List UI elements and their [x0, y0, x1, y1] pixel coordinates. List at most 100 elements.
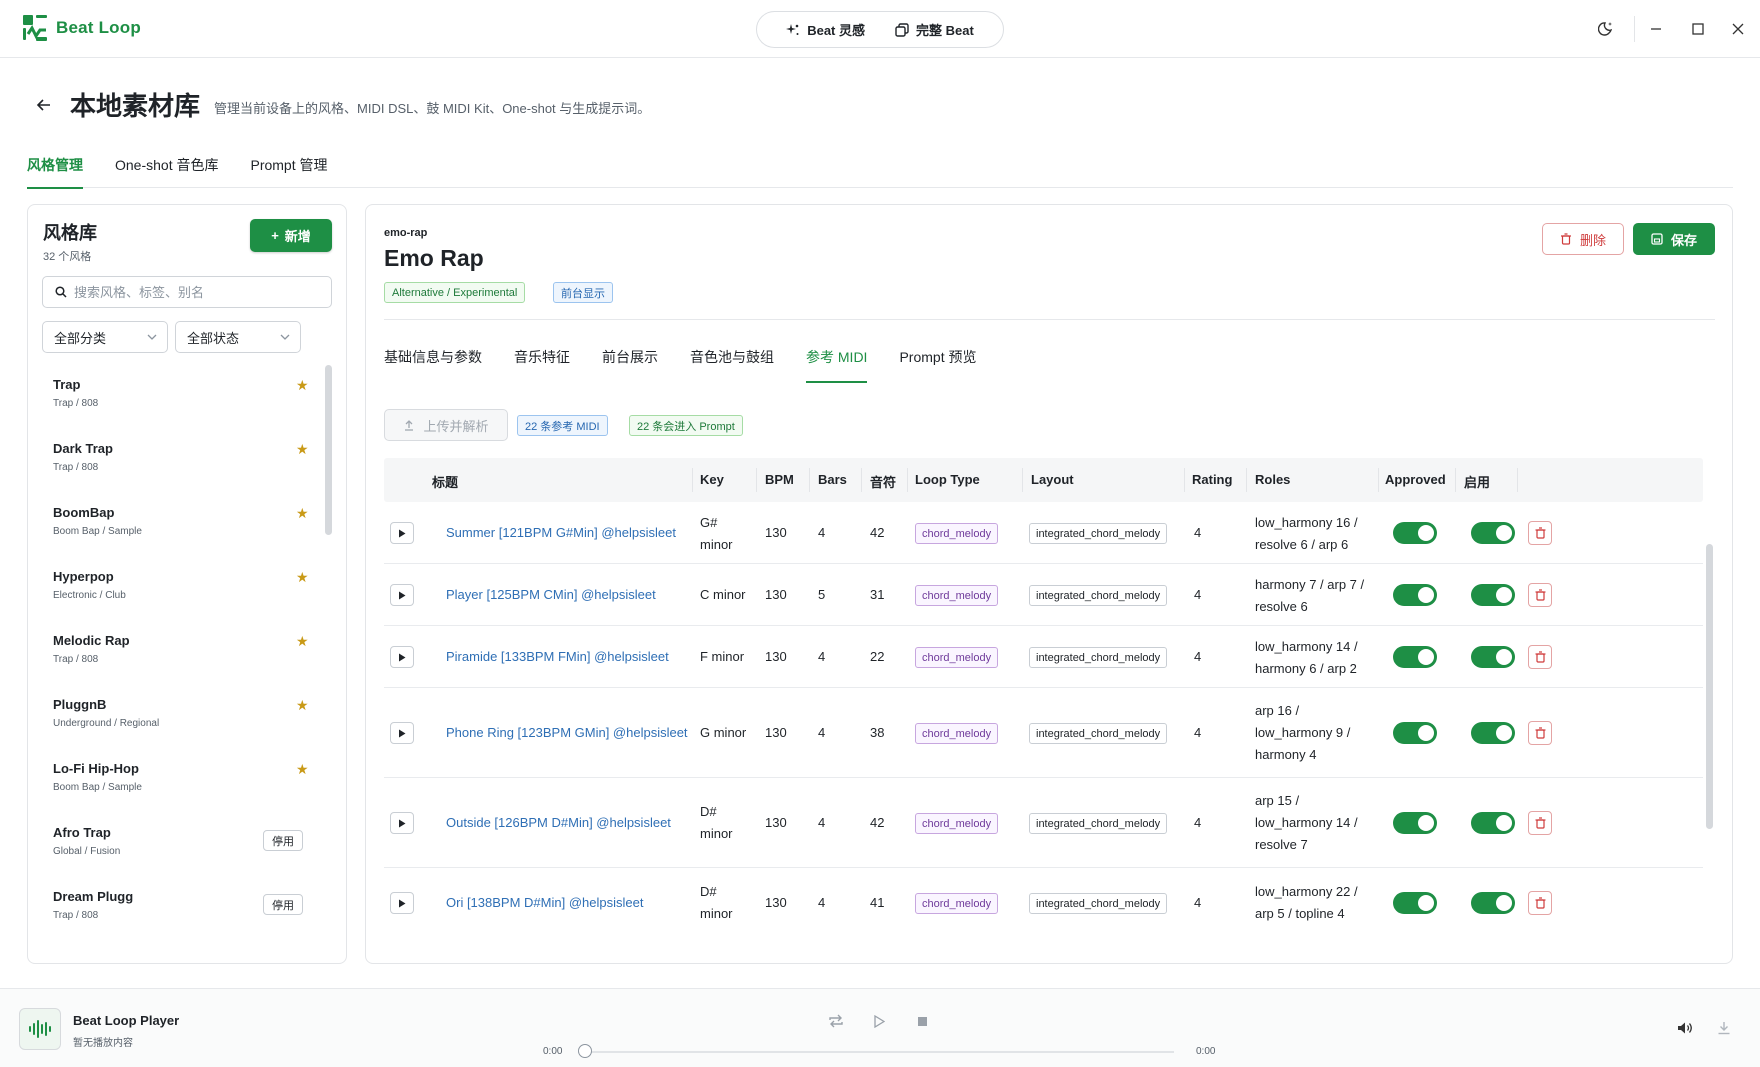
trash-icon [1535, 589, 1545, 601]
tab-oneshot-library[interactable]: One-shot 音色库 [115, 152, 218, 188]
layout-chip: integrated_chord_melody [1029, 893, 1168, 914]
mode-full-button[interactable]: 完整 Beat [895, 20, 974, 39]
play-midi-button[interactable] [390, 646, 414, 668]
upload-parse-button[interactable]: 上传并解析 [384, 409, 508, 441]
enabled-toggle[interactable] [1471, 892, 1515, 914]
approved-toggle[interactable] [1393, 892, 1437, 914]
play-midi-button[interactable] [390, 584, 414, 606]
column-header-notes: 音符 [870, 475, 897, 490]
style-list-item[interactable]: PluggnB Underground / Regional ★ [28, 685, 328, 749]
close-window-button[interactable] [1726, 17, 1750, 41]
delete-style-button[interactable]: 删除 [1542, 223, 1624, 255]
style-list-scrollbar[interactable] [325, 365, 332, 535]
table-scrollbar[interactable] [1706, 544, 1713, 829]
progress-knob[interactable] [578, 1044, 592, 1058]
star-icon: ★ [296, 633, 309, 649]
enabled-toggle[interactable] [1471, 522, 1515, 544]
delete-midi-button[interactable] [1528, 811, 1552, 835]
volume-button[interactable] [1674, 1017, 1696, 1039]
style-item-category: Trap / 808 [53, 654, 99, 665]
add-style-button[interactable]: + 新增 [250, 219, 332, 252]
style-list-item[interactable]: BoomBap Boom Bap / Sample ★ [28, 493, 328, 557]
midi-title-link[interactable]: Ori [138BPM D#Min] @helpsisleet [446, 892, 643, 914]
loop-type-chip: chord_melody [915, 813, 999, 834]
table-row: Ori [138BPM D#Min] @helpsisleet D# minor… [384, 868, 1703, 938]
tab-prompt-management[interactable]: Prompt 管理 [250, 152, 327, 188]
tab-basic-info[interactable]: 基础信息与参数 [384, 347, 482, 383]
enabled-toggle[interactable] [1471, 584, 1515, 606]
midi-title-link[interactable]: Phone Ring [123BPM GMin] @helpsisleet [446, 722, 688, 744]
play-button[interactable] [868, 1010, 890, 1032]
midi-bpm: 130 [765, 587, 787, 602]
midi-title-link[interactable]: Player [125BPM CMin] @helpsisleet [446, 584, 656, 606]
page-title: 本地素材库 [70, 91, 201, 121]
header-divider [384, 319, 1715, 320]
play-midi-button[interactable] [390, 522, 414, 544]
enabled-toggle[interactable] [1471, 812, 1515, 834]
style-list-item[interactable]: Afro Trap Global / Fusion 停用 [28, 813, 328, 877]
midi-title-link[interactable]: Summer [121BPM G#Min] @helpsisleet [446, 522, 676, 544]
midi-notes: 41 [870, 895, 885, 910]
layout-chip: integrated_chord_melody [1029, 813, 1168, 834]
delete-midi-button[interactable] [1528, 583, 1552, 607]
style-list-item[interactable]: Hyperpop Electronic / Club ★ [28, 557, 328, 621]
delete-midi-button[interactable] [1528, 521, 1552, 545]
style-search-input[interactable] [74, 284, 314, 300]
mode-inspiration-button[interactable]: Beat 灵感 [786, 20, 865, 39]
stop-button[interactable] [911, 1010, 933, 1032]
save-style-button[interactable]: 保存 [1633, 223, 1715, 255]
approved-toggle[interactable] [1393, 722, 1437, 744]
sparkle-icon [786, 23, 799, 35]
style-list-item[interactable]: Lo-Fi Hip-Hop Boom Bap / Sample ★ [28, 749, 328, 813]
enabled-toggle[interactable] [1471, 646, 1515, 668]
approved-toggle[interactable] [1393, 584, 1437, 606]
approved-toggle[interactable] [1393, 522, 1437, 544]
tab-sound-pool[interactable]: 音色池与鼓组 [690, 347, 774, 383]
delete-midi-button[interactable] [1528, 891, 1552, 915]
download-button[interactable] [1713, 1017, 1735, 1039]
midi-bpm: 130 [765, 895, 787, 910]
style-list-item[interactable]: Dark Trap Trap / 808 ★ [28, 429, 328, 493]
theme-toggle-button[interactable] [1594, 17, 1618, 41]
style-library-panel: 风格库 32 个风格 + 新增 全部分类 全部状态 Trap Trap / 80… [27, 204, 347, 964]
tab-music-features[interactable]: 音乐特征 [514, 347, 570, 383]
style-item-category: Electronic / Club [53, 590, 126, 601]
style-slug: emo-rap [384, 227, 428, 239]
style-item-category: Underground / Regional [53, 718, 160, 729]
tab-reference-midi[interactable]: 参考 MIDI [806, 347, 868, 383]
app-logo: Beat Loop [22, 14, 141, 42]
midi-bars: 4 [818, 815, 826, 830]
midi-title-link[interactable]: Outside [126BPM D#Min] @helpsisleet [446, 812, 671, 834]
delete-midi-button[interactable] [1528, 721, 1552, 745]
play-midi-button[interactable] [390, 892, 414, 914]
loop-button[interactable] [825, 1010, 847, 1032]
layout-chip: integrated_chord_melody [1029, 523, 1168, 544]
category-filter-select[interactable]: 全部分类 [42, 321, 168, 353]
tab-prompt-preview[interactable]: Prompt 预览 [899, 347, 976, 383]
add-style-label: 新增 [284, 229, 311, 244]
star-icon: ★ [296, 505, 309, 521]
enabled-toggle[interactable] [1471, 722, 1515, 744]
column-header-key: Key [700, 472, 724, 487]
status-filter-select[interactable]: 全部状态 [175, 321, 301, 353]
back-button[interactable] [32, 93, 56, 117]
progress-track[interactable] [584, 1051, 1174, 1053]
style-list-item[interactable]: Trap Trap / 808 ★ [28, 365, 328, 429]
style-list-item[interactable]: Dream Plugg Trap / 808 停用 [28, 877, 328, 941]
play-midi-button[interactable] [390, 812, 414, 834]
delete-midi-button[interactable] [1528, 645, 1552, 669]
column-divider [861, 468, 862, 492]
maximize-button[interactable] [1686, 17, 1710, 41]
style-item-category: Trap / 808 [53, 398, 99, 409]
midi-bpm: 130 [765, 649, 787, 664]
tab-style-management[interactable]: 风格管理 [27, 152, 83, 189]
minimize-button[interactable] [1644, 17, 1668, 41]
midi-title-link[interactable]: Piramide [133BPM FMin] @helpsisleet [446, 646, 669, 668]
play-midi-button[interactable] [390, 722, 414, 744]
tab-frontend-display[interactable]: 前台展示 [602, 347, 658, 383]
approved-toggle[interactable] [1393, 812, 1437, 834]
waveform-icon [29, 1020, 51, 1038]
delete-style-label: 删除 [1579, 232, 1606, 248]
style-list-item[interactable]: Melodic Rap Trap / 808 ★ [28, 621, 328, 685]
approved-toggle[interactable] [1393, 646, 1437, 668]
